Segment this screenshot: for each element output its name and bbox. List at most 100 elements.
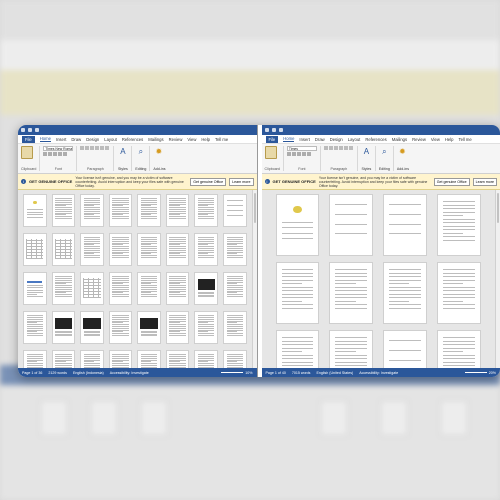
page-thumbnail[interactable] xyxy=(137,311,161,344)
page-thumbnail[interactable] xyxy=(383,330,428,368)
vertical-scrollbar[interactable] xyxy=(251,190,257,368)
accessibility-status[interactable]: Accessibility: Investigate xyxy=(110,371,149,375)
page-thumbnail[interactable] xyxy=(23,194,47,227)
tab-review[interactable]: Review xyxy=(169,137,183,142)
page-thumbnail[interactable] xyxy=(383,194,428,256)
page-thumbnail[interactable] xyxy=(80,272,104,305)
zoom-level[interactable]: 20% xyxy=(489,371,496,375)
page-thumbnail[interactable] xyxy=(275,262,320,324)
tab-design[interactable]: Design xyxy=(330,137,343,142)
numbering-icon[interactable] xyxy=(85,146,90,150)
autosave-icon[interactable] xyxy=(21,128,25,132)
page-thumbnail[interactable] xyxy=(194,233,218,266)
page-thumbnail[interactable] xyxy=(165,233,190,266)
align-left-icon[interactable] xyxy=(100,146,105,150)
tab-help[interactable]: Help xyxy=(445,137,454,142)
font-color-icon[interactable] xyxy=(63,152,68,156)
tab-references[interactable]: References xyxy=(365,137,386,142)
document-area[interactable] xyxy=(261,190,500,368)
addins-group[interactable]: ✹ Add-ins xyxy=(397,146,412,171)
bullets-icon[interactable] xyxy=(323,146,328,150)
indent-icon[interactable] xyxy=(90,146,95,150)
page-thumbnail[interactable] xyxy=(165,272,190,305)
undo-icon[interactable] xyxy=(35,128,39,132)
page-thumbnail[interactable] xyxy=(108,350,133,368)
tab-review[interactable]: Review xyxy=(412,137,426,142)
page-thumbnail[interactable] xyxy=(329,262,374,324)
page-thumbnail[interactable] xyxy=(51,311,76,344)
page-thumbnail[interactable] xyxy=(165,350,190,368)
page-thumbnail[interactable] xyxy=(194,194,218,227)
zoom-control[interactable]: 10% xyxy=(221,371,253,375)
accessibility-status[interactable]: Accessibility: Investigate xyxy=(359,371,398,375)
styles-group[interactable]: A Styles xyxy=(361,146,376,171)
tell-me-search[interactable]: Tell me xyxy=(458,137,471,142)
page-thumbnail[interactable] xyxy=(80,350,104,368)
vertical-scrollbar[interactable] xyxy=(495,190,500,368)
tab-mailings[interactable]: Mailings xyxy=(392,137,407,142)
tab-references[interactable]: References xyxy=(122,137,143,142)
editing-group[interactable]: ⌕ Editing xyxy=(379,146,394,171)
bullets-icon[interactable] xyxy=(80,146,85,150)
tab-file[interactable]: File xyxy=(265,135,279,143)
page-thumbnail[interactable] xyxy=(137,194,161,227)
page-thumbnail[interactable] xyxy=(222,194,247,227)
page-thumbnail[interactable] xyxy=(383,262,428,324)
page-thumbnail[interactable] xyxy=(137,233,161,266)
styles-icon[interactable]: A xyxy=(117,146,128,157)
word-count[interactable]: 7015 words xyxy=(292,371,311,375)
page-thumbnail[interactable] xyxy=(437,262,481,324)
page-thumbnail[interactable] xyxy=(80,311,104,344)
document-area[interactable] xyxy=(18,190,257,368)
editing-group[interactable]: ⌕ Editing xyxy=(135,146,151,171)
page-thumbnail[interactable] xyxy=(23,311,47,344)
page-thumbnail[interactable] xyxy=(51,194,76,227)
sort-icon[interactable] xyxy=(95,146,100,150)
page-thumbnail[interactable] xyxy=(51,350,76,368)
page-thumbnail[interactable] xyxy=(275,330,320,368)
page-thumbnail[interactable] xyxy=(165,311,190,344)
tab-draw[interactable]: Draw xyxy=(71,137,81,142)
styles-group[interactable]: A Styles xyxy=(117,146,133,171)
font-name-select[interactable]: Times New Roman xyxy=(43,146,74,151)
numbering-icon[interactable] xyxy=(328,146,333,150)
tab-insert[interactable]: Insert xyxy=(299,137,309,142)
page-thumbnail[interactable] xyxy=(23,350,47,368)
page-thumbnail[interactable] xyxy=(51,233,76,266)
page-thumbnail[interactable] xyxy=(80,194,104,227)
save-icon[interactable] xyxy=(28,128,32,132)
tab-help[interactable]: Help xyxy=(201,137,210,142)
tab-design[interactable]: Design xyxy=(86,137,99,142)
page-thumbnail[interactable] xyxy=(108,233,133,266)
align-center-icon[interactable] xyxy=(105,146,110,150)
language-status[interactable]: English (Indonesia) xyxy=(73,371,104,375)
styles-icon[interactable]: A xyxy=(361,146,372,157)
tab-draw[interactable]: Draw xyxy=(315,137,325,142)
addins-icon[interactable]: ✹ xyxy=(397,146,408,157)
tab-mailings[interactable]: Mailings xyxy=(148,137,163,142)
learn-more-button[interactable]: Learn more xyxy=(472,177,497,186)
page-thumbnail[interactable] xyxy=(194,272,218,305)
sort-icon[interactable] xyxy=(338,146,343,150)
page-thumbnail[interactable] xyxy=(165,194,190,227)
undo-icon[interactable] xyxy=(278,128,283,132)
page-thumbnail[interactable] xyxy=(23,272,47,305)
page-thumbnail[interactable] xyxy=(137,350,161,368)
page-thumbnail[interactable] xyxy=(23,233,47,266)
indent-icon[interactable] xyxy=(333,146,338,150)
scroll-thumb[interactable] xyxy=(253,193,256,223)
tab-layout[interactable]: Layout xyxy=(104,137,117,142)
tab-view[interactable]: View xyxy=(187,137,196,142)
italic-icon[interactable] xyxy=(291,152,296,156)
scroll-thumb[interactable] xyxy=(497,193,499,223)
page-thumbnail[interactable] xyxy=(275,194,320,256)
page-thumbnail[interactable] xyxy=(222,233,247,266)
page-thumbnail[interactable] xyxy=(108,272,133,305)
page-thumbnail[interactable] xyxy=(108,194,133,227)
tab-file[interactable]: File xyxy=(22,135,35,143)
page-thumbnail[interactable] xyxy=(194,311,218,344)
autosave-icon[interactable] xyxy=(264,128,269,132)
get-genuine-button[interactable]: Get genuine Office xyxy=(433,177,470,186)
page-count[interactable]: Page 1 of 40 xyxy=(266,371,286,375)
language-status[interactable]: English (United States) xyxy=(316,371,353,375)
